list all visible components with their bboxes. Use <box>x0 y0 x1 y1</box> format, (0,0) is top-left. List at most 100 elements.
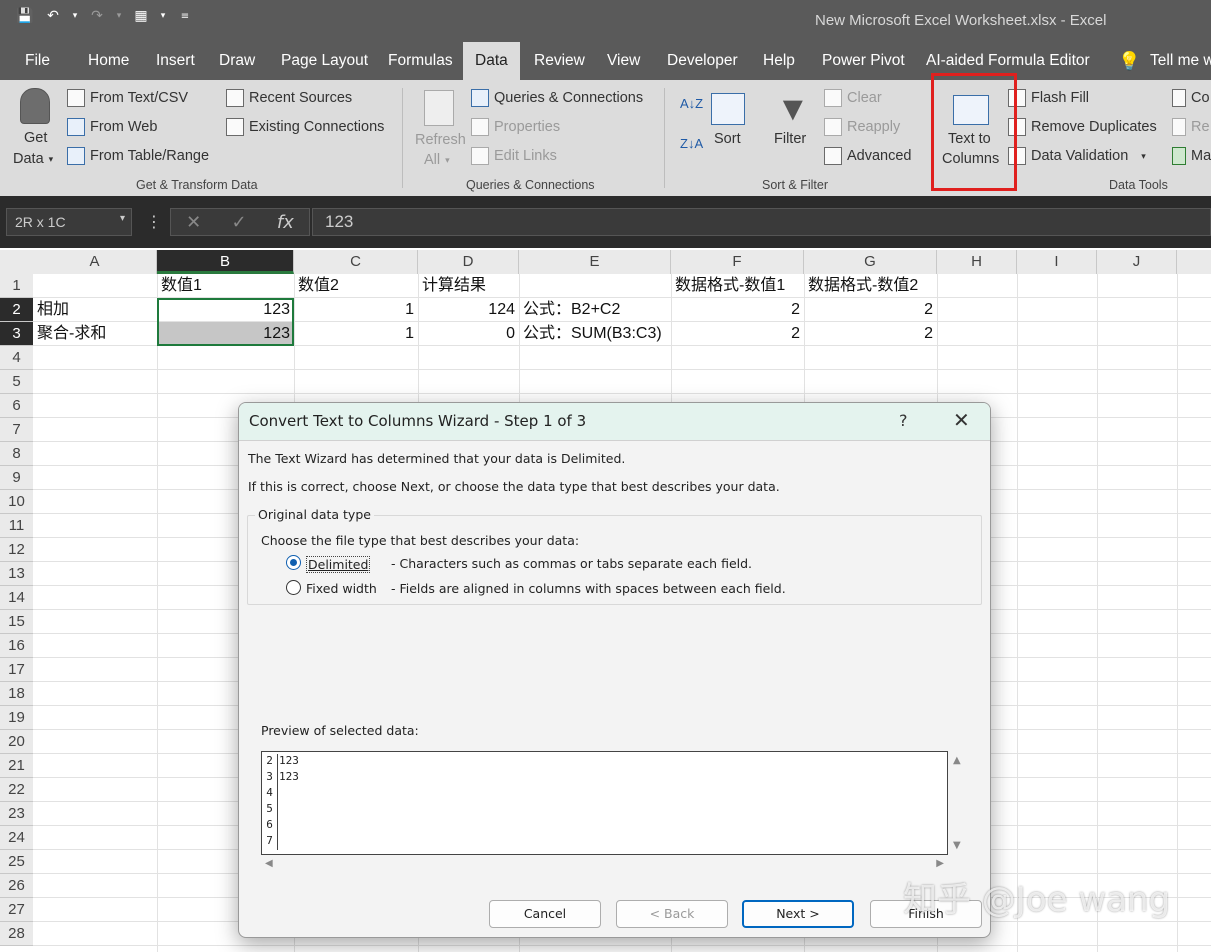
close-icon[interactable]: ✕ <box>953 408 970 432</box>
get-data-button[interactable]: Get <box>24 130 47 146</box>
cell-D3[interactable]: 0 <box>418 322 519 346</box>
undo-icon[interactable]: ↶ <box>42 8 64 24</box>
delimited-label[interactable]: Delimited <box>306 556 371 573</box>
cell-C3[interactable]: 1 <box>294 322 418 346</box>
function-icon[interactable]: fx <box>277 212 294 233</box>
redo-icon[interactable]: ↷ <box>86 8 108 24</box>
row-header[interactable]: 11 <box>0 514 33 538</box>
existing-connections-button[interactable]: Existing Connections <box>226 118 384 136</box>
delimited-radio[interactable] <box>286 555 301 570</box>
preview-horizontal-scrollbar[interactable]: ◀ ▶ <box>261 857 948 871</box>
fixed-width-label[interactable]: Fixed width <box>306 581 377 596</box>
save-icon[interactable]: 💾 <box>14 8 36 24</box>
tab-page-layout[interactable]: Page Layout <box>281 42 368 80</box>
row-header[interactable]: 24 <box>0 826 33 850</box>
column-header[interactable]: J <box>1097 250 1177 274</box>
tab-review[interactable]: Review <box>534 42 585 80</box>
row-header[interactable]: 16 <box>0 634 33 658</box>
tab-developer[interactable]: Developer <box>667 42 738 80</box>
back-button[interactable]: < Back <box>616 900 728 928</box>
cell-D2[interactable]: 124 <box>418 298 519 322</box>
cell-B1[interactable]: 数值1 <box>157 274 206 298</box>
cell-F1[interactable]: 数据格式-数值1 <box>671 274 789 298</box>
row-header[interactable]: 12 <box>0 538 33 562</box>
row-header[interactable]: 22 <box>0 778 33 802</box>
scroll-up-icon[interactable]: ▲ <box>953 755 961 766</box>
tab-home[interactable]: Home <box>88 42 129 80</box>
row-header[interactable]: 1 <box>0 274 33 298</box>
column-header[interactable]: I <box>1017 250 1097 274</box>
column-header[interactable]: F <box>671 250 804 274</box>
cell-E2[interactable]: 公式：B2+C2 <box>519 298 624 322</box>
from-text-csv-button[interactable]: From Text/CSV <box>67 89 188 107</box>
filter-button[interactable]: Filter <box>774 131 806 147</box>
cell-F2[interactable]: 2 <box>671 298 804 322</box>
data-preview[interactable]: 2 123 3 123 4 5 6 7 <box>261 751 948 855</box>
column-header-overflow[interactable] <box>1177 250 1211 274</box>
fixed-width-radio[interactable] <box>286 580 301 595</box>
chevron-down-icon[interactable]: ▾ <box>120 213 125 224</box>
row-header[interactable]: 19 <box>0 706 33 730</box>
row-header[interactable]: 5 <box>0 370 33 394</box>
reapply-button[interactable]: Reapply <box>824 118 900 136</box>
customize-toolbar-icon[interactable]: ≡ <box>174 11 196 22</box>
row-header[interactable]: 25 <box>0 850 33 874</box>
tab-view[interactable]: View <box>607 42 640 80</box>
consolidate-button[interactable]: Co <box>1172 89 1210 107</box>
cell-B3[interactable]: 123 <box>157 322 294 346</box>
refresh-all-button[interactable]: Refresh <box>415 132 466 148</box>
cell-G3[interactable]: 2 <box>804 322 937 346</box>
row-header[interactable]: 21 <box>0 754 33 778</box>
row-header[interactable]: 7 <box>0 418 33 442</box>
name-box[interactable]: 2R x 1C ▾ <box>6 208 132 236</box>
properties-button[interactable]: Properties <box>471 118 560 136</box>
help-button[interactable]: ? <box>899 411 908 430</box>
tab-file[interactable]: File <box>25 42 50 80</box>
next-button[interactable]: Next > <box>742 900 854 928</box>
row-header[interactable]: 27 <box>0 898 33 922</box>
refresh-all-label[interactable]: All ▾ <box>424 152 450 168</box>
column-header[interactable]: A <box>33 250 157 274</box>
tab-data[interactable]: Data <box>463 42 520 80</box>
recent-sources-button[interactable]: Recent Sources <box>226 89 352 107</box>
column-header[interactable]: C <box>294 250 418 274</box>
preview-vertical-scrollbar[interactable]: ▲ ▼ <box>951 751 965 855</box>
get-data-button-label[interactable]: Data ▾ <box>13 151 53 167</box>
row-header[interactable]: 18 <box>0 682 33 706</box>
column-header[interactable]: B <box>157 250 294 274</box>
column-header[interactable]: E <box>519 250 671 274</box>
row-header[interactable]: 20 <box>0 730 33 754</box>
cell-G1[interactable]: 数据格式-数值2 <box>804 274 922 298</box>
flash-fill-button[interactable]: Flash Fill <box>1008 89 1089 107</box>
row-header[interactable]: 26 <box>0 874 33 898</box>
formula-input[interactable]: 123 <box>312 208 1211 236</box>
tab-power-pivot[interactable]: Power Pivot <box>822 42 905 80</box>
from-table-range-button[interactable]: From Table/Range <box>67 147 209 165</box>
enter-icon[interactable]: ✓ <box>231 212 246 233</box>
row-header[interactable]: 8 <box>0 442 33 466</box>
cell-G2[interactable]: 2 <box>804 298 937 322</box>
chevron-down-icon[interactable]: ▾ <box>158 11 168 21</box>
remove-duplicates-button[interactable]: Remove Duplicates <box>1008 118 1157 136</box>
cell-A3[interactable]: 聚合-求和 <box>33 322 110 346</box>
advanced-button[interactable]: Advanced <box>824 147 912 165</box>
tab-insert[interactable]: Insert <box>156 42 195 80</box>
scroll-down-icon[interactable]: ▼ <box>953 840 961 851</box>
row-header[interactable]: 28 <box>0 922 33 946</box>
queries-connections-button[interactable]: Queries & Connections <box>471 89 643 107</box>
row-header[interactable]: 14 <box>0 586 33 610</box>
sort-descending-button[interactable]: Z↓A <box>680 136 703 151</box>
row-header[interactable]: 15 <box>0 610 33 634</box>
from-web-button[interactable]: From Web <box>67 118 157 136</box>
tell-me-search[interactable]: Tell me w <box>1150 42 1211 80</box>
row-header[interactable]: 3 <box>0 322 33 346</box>
row-header[interactable]: 2 <box>0 298 33 322</box>
cell-C2[interactable]: 1 <box>294 298 418 322</box>
cell-C1[interactable]: 数值2 <box>294 274 343 298</box>
chevron-down-icon[interactable]: ▾ <box>114 11 124 21</box>
more-icon[interactable]: ⋮ <box>146 212 162 231</box>
tab-formulas[interactable]: Formulas <box>388 42 453 80</box>
column-header[interactable]: G <box>804 250 937 274</box>
data-validation-button[interactable]: Data Validation ▾ <box>1008 147 1146 165</box>
lightbulb-icon[interactable]: 💡 <box>1118 42 1140 80</box>
